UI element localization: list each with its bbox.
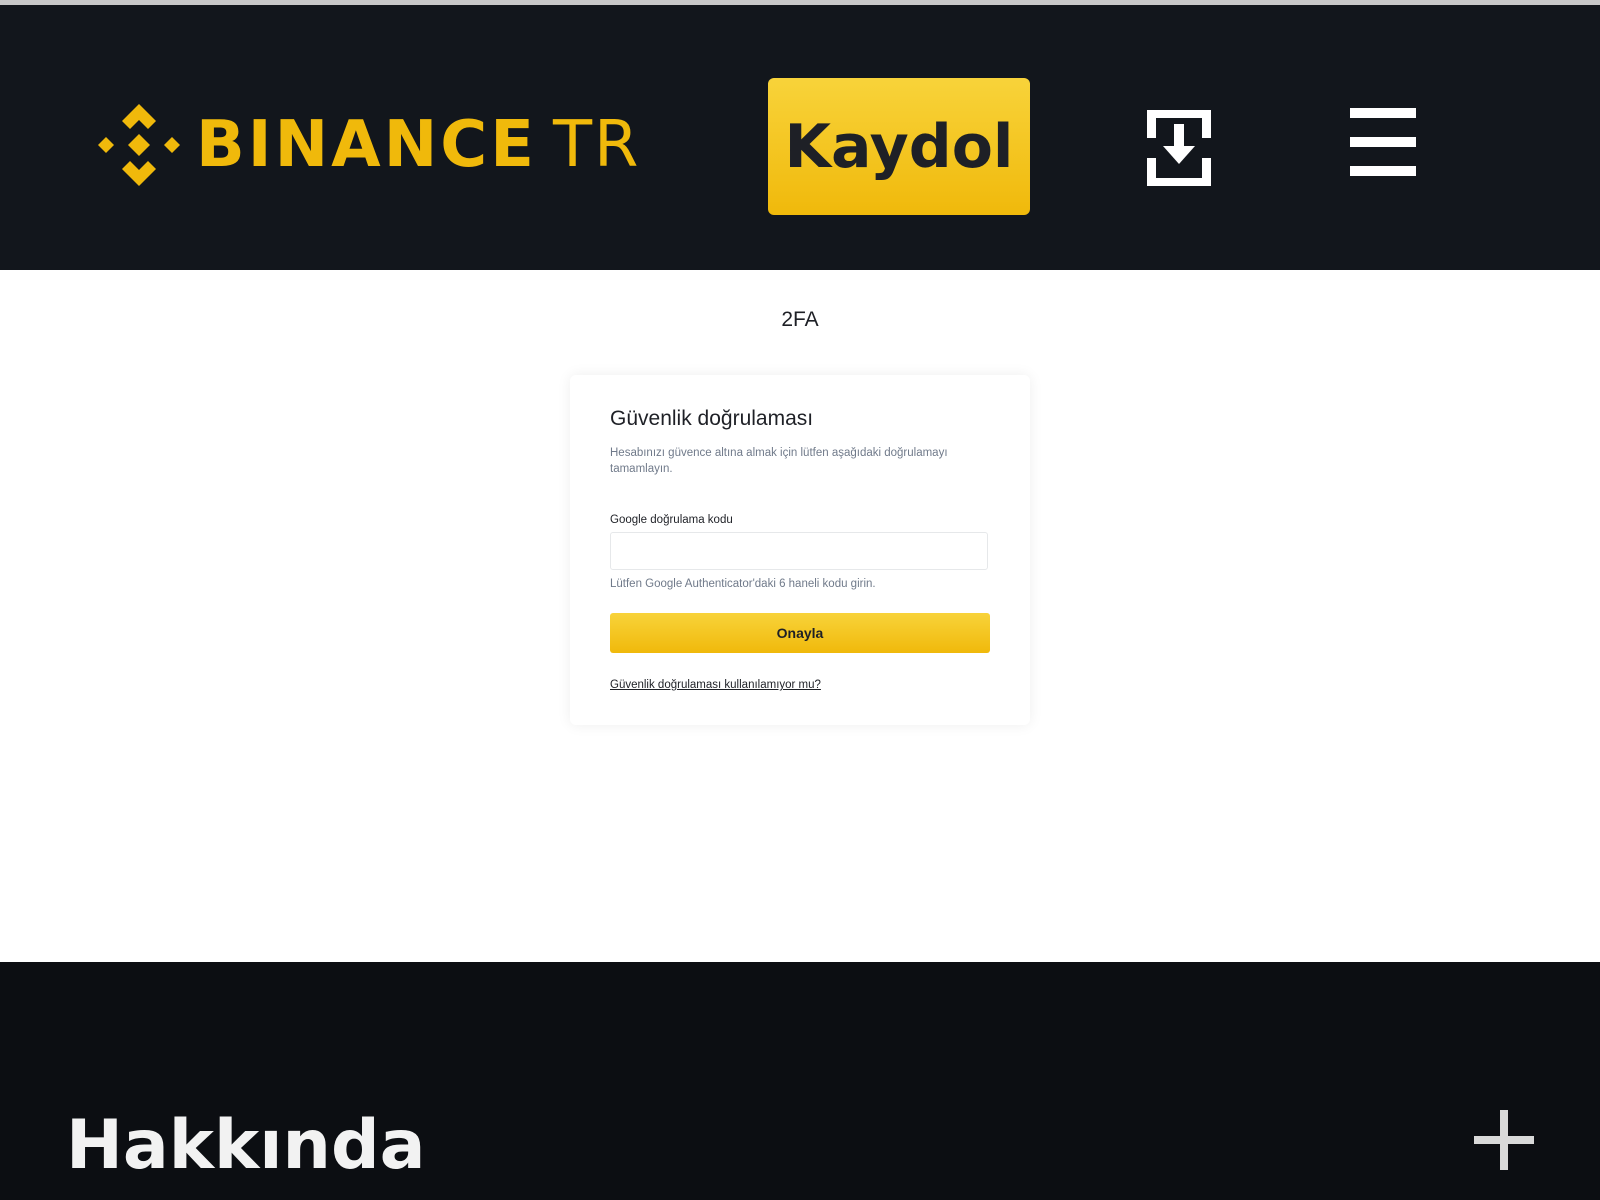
verification-unavailable-link[interactable]: Güvenlik doğrulaması kullanılamıyor mu? (610, 679, 821, 691)
page-title: 2FA (781, 308, 819, 331)
security-verification-card: Güvenlik doğrulaması Hesabınızı güvence … (570, 375, 1030, 725)
google-code-hint: Lütfen Google Authenticator'daki 6 hanel… (610, 578, 876, 590)
google-code-label: Google doğrulama kodu (610, 514, 733, 526)
signup-button[interactable]: Kaydol (768, 78, 1030, 215)
confirm-button[interactable]: Onayla (610, 613, 990, 653)
menu-icon[interactable] (1350, 108, 1416, 176)
brand-logo[interactable]: BINANCE TR (96, 97, 641, 193)
brand-name: BINANCE TR (196, 108, 641, 182)
binance-logo-icon (98, 104, 180, 186)
plus-icon[interactable] (1474, 1110, 1534, 1170)
card-description: Hesabınızı güvence altına almak için lüt… (610, 447, 948, 475)
site-footer: Hakkında (0, 962, 1600, 1200)
google-code-input[interactable] (610, 532, 988, 570)
site-header: BINANCE TR Kaydol (0, 5, 1600, 270)
card-title: Güvenlik doğrulaması (610, 407, 814, 430)
footer-about-heading[interactable]: Hakkında (66, 1112, 426, 1180)
download-icon[interactable] (1147, 110, 1211, 186)
